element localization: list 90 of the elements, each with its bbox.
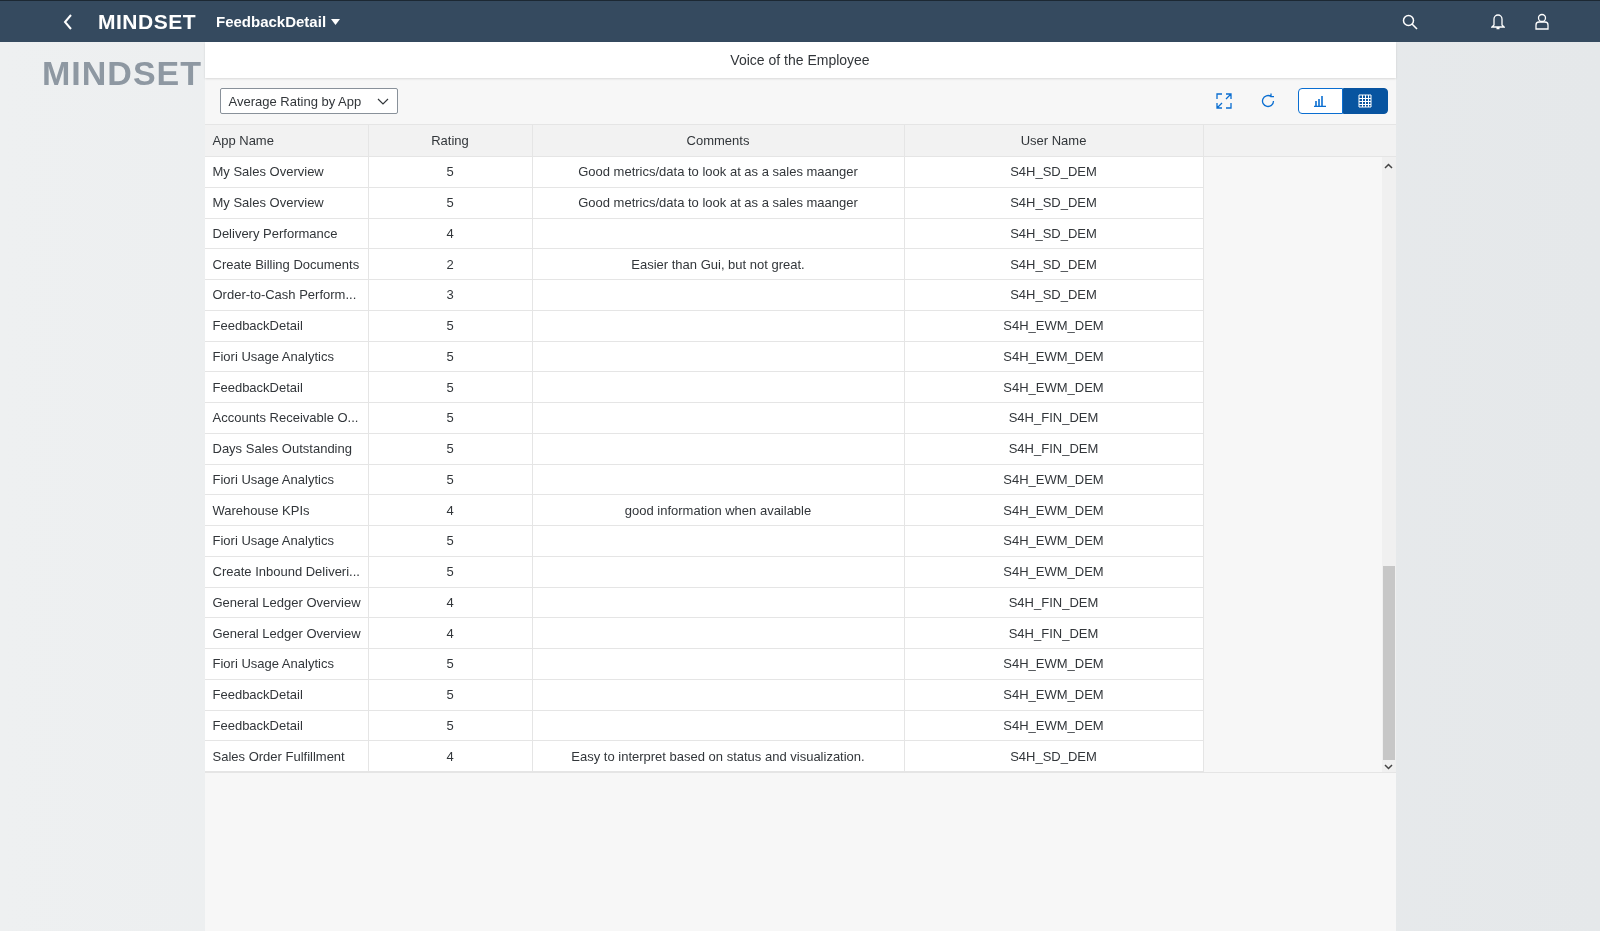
table-cell: S4H_EWM_DEM bbox=[904, 556, 1204, 588]
scrollbar[interactable] bbox=[1381, 157, 1396, 772]
table-cell: S4H_SD_DEM bbox=[904, 157, 1204, 188]
table-view-button[interactable] bbox=[1342, 88, 1388, 114]
table-cell: My Sales Overview bbox=[204, 187, 369, 219]
table-cell: good information when available bbox=[532, 495, 905, 526]
chevron-down-icon bbox=[377, 97, 390, 105]
bar-chart-icon bbox=[1313, 95, 1327, 107]
table-cell: Days Sales Outstanding bbox=[204, 433, 369, 465]
table-cell: 5 bbox=[368, 710, 533, 742]
table-cell: S4H_EWM_DEM bbox=[904, 372, 1204, 403]
table-cell: 4 bbox=[368, 741, 533, 772]
table-cell: 3 bbox=[368, 280, 533, 311]
table-cell: FeedbackDetail bbox=[204, 310, 369, 342]
table-cell: Good metrics/data to look at as a sales maanger bbox=[532, 187, 905, 219]
table-cell: 5 bbox=[368, 464, 533, 496]
table-cell: S4H_EWM_DEM bbox=[904, 464, 1204, 496]
table-cell: S4H_EWM_DEM bbox=[904, 341, 1204, 373]
column-header[interactable]: Comments bbox=[532, 125, 905, 157]
table-cell: S4H_EWM_DEM bbox=[904, 710, 1204, 742]
table-cell: 5 bbox=[368, 372, 533, 403]
user-icon bbox=[1535, 13, 1549, 30]
expand-icon bbox=[1215, 93, 1232, 109]
table-cell: S4H_EWM_DEM bbox=[904, 526, 1204, 557]
table-cell: 5 bbox=[368, 403, 533, 434]
table-cell: 4 bbox=[368, 495, 533, 526]
table-cell: 4 bbox=[368, 587, 533, 619]
table-cell: S4H_EWM_DEM bbox=[904, 495, 1204, 526]
table-cell: FeedbackDetail bbox=[204, 372, 369, 403]
table-cell: Easier than Gui, but not great. bbox=[532, 249, 905, 280]
table-cell: Create Inbound Deliveri... bbox=[204, 556, 369, 588]
table-cell: 5 bbox=[368, 157, 533, 188]
table-cell: 4 bbox=[368, 218, 533, 250]
table-cell: Easy to interpret based on status and visualization. bbox=[532, 741, 905, 772]
scrollbar-thumb[interactable] bbox=[1382, 566, 1395, 760]
table-cell: Fiori Usage Analytics bbox=[204, 464, 369, 496]
table-cell: S4H_FIN_DEM bbox=[904, 403, 1204, 434]
table-cell: 5 bbox=[368, 433, 533, 465]
table-cell: S4H_SD_DEM bbox=[904, 741, 1204, 772]
chart-view-button[interactable] bbox=[1297, 88, 1343, 114]
table-cell: FeedbackDetail bbox=[204, 679, 369, 711]
table-cell: Create Billing Documents bbox=[204, 249, 369, 280]
refresh-icon bbox=[1259, 93, 1276, 109]
table-cell: Order-to-Cash Perform... bbox=[204, 280, 369, 311]
column-header[interactable]: App Name bbox=[204, 125, 369, 157]
chevron-down-icon bbox=[1384, 764, 1393, 770]
table-cell: 5 bbox=[368, 310, 533, 342]
bell-icon bbox=[1491, 13, 1505, 30]
search-icon bbox=[1402, 13, 1418, 30]
grid-icon bbox=[1358, 94, 1372, 108]
chevron-up-icon bbox=[1384, 163, 1393, 169]
table-cell: Accounts Receivable O... bbox=[204, 403, 369, 434]
caret-icon bbox=[331, 18, 341, 25]
logo: MINDSET bbox=[42, 54, 202, 92]
table-cell: General Ledger Overview bbox=[204, 618, 369, 649]
view-select[interactable]: Average Rating by App bbox=[219, 88, 399, 114]
table-cell: Fiori Usage Analytics bbox=[204, 341, 369, 373]
table-cell: 5 bbox=[368, 341, 533, 373]
table-cell: Good metrics/data to look at as a sales maanger bbox=[532, 157, 905, 188]
table-cell: 5 bbox=[368, 187, 533, 219]
table-cell: S4H_SD_DEM bbox=[904, 249, 1204, 280]
logo: MINDSET bbox=[98, 9, 196, 34]
table-cell: S4H_FIN_DEM bbox=[904, 433, 1204, 465]
table-cell: 4 bbox=[368, 618, 533, 649]
table-cell: Fiori Usage Analytics bbox=[204, 526, 369, 557]
panel-title: Voice of the Employee bbox=[730, 52, 870, 68]
table-cell: S4H_SD_DEM bbox=[904, 187, 1204, 219]
table-cell: 5 bbox=[368, 556, 533, 588]
table-cell: General Ledger Overview bbox=[204, 587, 369, 619]
table-cell: FeedbackDetail bbox=[204, 710, 369, 742]
table-cell: 2 bbox=[368, 249, 533, 280]
table-cell: Delivery Performance bbox=[204, 218, 369, 250]
column-header[interactable]: User Name bbox=[904, 125, 1204, 157]
table-cell: Sales Order Fulfillment bbox=[204, 741, 369, 772]
table-cell: Warehouse KPIs bbox=[204, 495, 369, 526]
table-cell: 5 bbox=[368, 526, 533, 557]
table-cell: S4H_EWM_DEM bbox=[904, 649, 1204, 680]
table-cell: S4H_EWM_DEM bbox=[904, 310, 1204, 342]
app-title-menu[interactable]: FeedbackDetail bbox=[216, 13, 341, 30]
table-cell: Fiori Usage Analytics bbox=[204, 649, 369, 680]
table-cell: 5 bbox=[368, 679, 533, 711]
table-cell: S4H_EWM_DEM bbox=[904, 679, 1204, 711]
column-header[interactable]: Rating bbox=[368, 125, 533, 157]
table-cell: 5 bbox=[368, 649, 533, 680]
table-cell: S4H_FIN_DEM bbox=[904, 618, 1204, 649]
table-cell: My Sales Overview bbox=[204, 157, 369, 188]
table-cell: S4H_SD_DEM bbox=[904, 218, 1204, 250]
chevron-left-icon bbox=[63, 13, 73, 30]
table-cell: S4H_SD_DEM bbox=[904, 280, 1204, 311]
table-cell: S4H_FIN_DEM bbox=[904, 587, 1204, 619]
